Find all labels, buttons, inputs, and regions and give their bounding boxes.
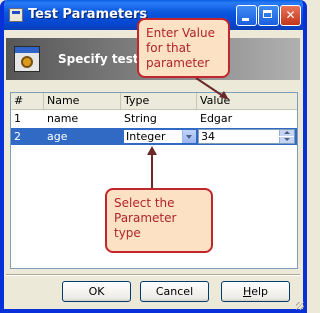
spin-down-icon[interactable] xyxy=(279,137,294,143)
cancel-button[interactable]: Cancel xyxy=(140,281,209,302)
header-icon-strip xyxy=(15,47,39,53)
parameters-gear-icon xyxy=(14,46,40,72)
column-header-value[interactable]: Value xyxy=(197,93,297,109)
spin-up-icon[interactable] xyxy=(279,130,294,136)
minimize-button[interactable] xyxy=(236,5,257,26)
value-spinner-input[interactable]: 34 xyxy=(201,130,215,143)
window-title: Test Parameters xyxy=(28,7,148,22)
chevron-down-icon[interactable] xyxy=(182,130,196,143)
value-spinner[interactable]: 34 xyxy=(198,129,295,144)
type-callout: Select the Parameter type xyxy=(105,188,213,253)
gear-icon xyxy=(21,56,33,68)
table-row[interactable]: 1 name String Edgar xyxy=(11,110,297,127)
close-button[interactable]: ✕ xyxy=(280,5,301,26)
row-index: 2 xyxy=(14,130,21,143)
row-type[interactable]: String xyxy=(121,110,197,127)
column-header-index[interactable]: # xyxy=(11,93,44,109)
row-value[interactable]: Edgar xyxy=(197,110,297,127)
maximize-button[interactable] xyxy=(258,5,279,26)
help-button[interactable]: Help xyxy=(221,281,290,302)
row-index: 1 xyxy=(14,112,21,125)
resize-grip[interactable] xyxy=(296,302,304,310)
column-header-name[interactable]: Name xyxy=(44,93,121,109)
table-row-selected[interactable]: 2 age Integer 34 xyxy=(11,128,297,145)
table-header: # Name Type Value xyxy=(11,93,297,110)
type-dropdown[interactable]: Integer xyxy=(123,129,197,144)
help-label-mnemonic: H xyxy=(242,285,252,298)
dialog-icon xyxy=(9,8,23,22)
row-name[interactable]: age xyxy=(44,128,121,145)
value-callout: Enter Value for that parameter xyxy=(137,18,230,78)
ok-button[interactable]: OK xyxy=(62,281,131,302)
help-label-suffix: elp xyxy=(251,285,269,298)
row-name[interactable]: name xyxy=(44,110,121,127)
column-header-type[interactable]: Type xyxy=(121,93,197,109)
button-divider xyxy=(6,274,300,276)
type-dropdown-value: Integer xyxy=(126,130,166,143)
